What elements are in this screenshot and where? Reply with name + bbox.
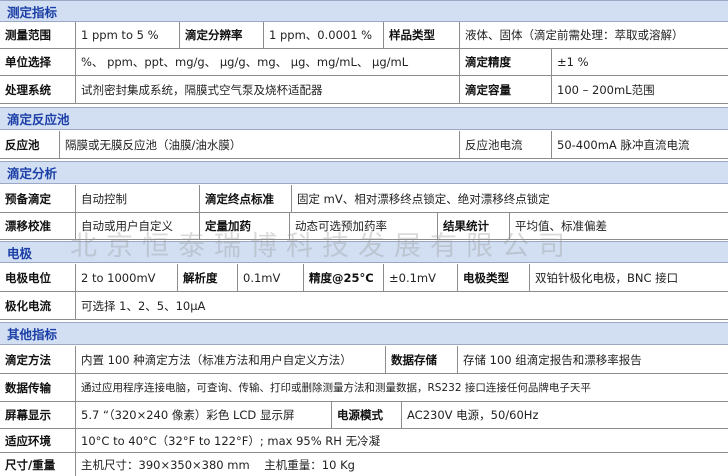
- section-title: 测定指标: [7, 4, 58, 20]
- table-row: 适应环境 10°C to 40°C（32°F to 122°F）; max 95…: [0, 429, 728, 453]
- table-row: 反应池 隔膜或无膜反应池（油膜/油水膜） 反应池电流 50-400mA 脉冲直流…: [0, 131, 728, 159]
- spec-label: 极化电流: [0, 292, 76, 319]
- section-header: 滴定反应池: [0, 107, 728, 130]
- spec-label: 单位选择: [0, 49, 76, 75]
- spec-value: 通过应用程序连接电脑，可查询、传输、打印或删除测量方法和测量数据，RS232 接…: [81, 382, 591, 394]
- spec-label: 测量范围: [0, 22, 76, 48]
- table-row: 滴定方法 内置 100 种滴定方法（标准方法和用户自定义方法） 数据存储 存储 …: [0, 346, 728, 374]
- table-row: 预备滴定 自动控制 滴定终点标准 固定 mV、相对漂移终点锁定、绝对漂移终点锁定: [0, 185, 728, 213]
- spec-sheet: 测定指标 测量范围 1 ppm to 5 % 滴定分辨率 1 ppm、0.000…: [0, 0, 728, 476]
- spec-value: 1 ppm to 5 %: [76, 22, 180, 48]
- section-header: 滴定分析: [0, 161, 728, 184]
- spec-label: 漂移校准: [0, 213, 76, 239]
- table-row: 数据传输 通过应用程序连接电脑，可查询、传输、打印或删除测量方法和测量数据，RS…: [0, 374, 728, 402]
- section-header: 电极: [0, 241, 728, 263]
- table-row: 尺寸/重量 主机尺寸：390×350×380 mm 主机重量：10 Kg: [0, 453, 728, 476]
- spec-value: 内置 100 种滴定方法（标准方法和用户自定义方法）: [76, 346, 386, 373]
- spec-label: 滴定容量: [460, 76, 552, 103]
- table-row: 屏幕显示 5.7 “（320×240 像素）彩色 LCD 显示屏 电源模式 AC…: [0, 402, 728, 429]
- spec-label: 样品类型: [384, 22, 460, 48]
- spec-value: ±1 %: [557, 55, 589, 69]
- spec-label: 滴定方法: [0, 346, 76, 373]
- spec-value: 可选择 1、2、5、10μA: [81, 298, 206, 313]
- spec-value: ±0.1mV: [384, 264, 458, 291]
- spec-label: 屏幕显示: [0, 402, 76, 428]
- spec-value: 双铂针极化电极，BNC 接口: [535, 270, 679, 285]
- spec-label: 滴定精度: [460, 49, 552, 75]
- section-title: 滴定分析: [7, 166, 58, 181]
- spec-label: 反应池: [0, 131, 60, 158]
- table-row: 测量范围 1 ppm to 5 % 滴定分辨率 1 ppm、0.0001 % 样…: [0, 22, 728, 49]
- section-header: 其他指标: [0, 322, 728, 345]
- spec-value: 5.7 “（320×240 像素）彩色 LCD 显示屏: [76, 402, 332, 428]
- spec-value: 平均值、标准偏差: [515, 219, 607, 233]
- spec-value: 动态可选预加药率: [290, 213, 438, 239]
- spec-value: 固定 mV、相对漂移终点锁定、绝对漂移终点锁定: [297, 191, 550, 206]
- spec-label: 滴定终点标准: [200, 185, 292, 212]
- spec-label: 结果统计: [438, 213, 510, 239]
- spec-label: 反应池电流: [460, 131, 552, 158]
- spec-value: 液体、固体（滴定前需处理：萃取或溶解）: [465, 28, 684, 42]
- spec-value: 隔膜或无膜反应池（油膜/油水膜）: [60, 131, 460, 158]
- table-row: 电极电位 2 to 1000mV 解析度 0.1mV 精度@25°C ±0.1m…: [0, 264, 728, 292]
- section-header: 测定指标: [0, 0, 728, 22]
- spec-label: 精度@25°C: [304, 264, 384, 291]
- spec-label: 定量加药: [200, 213, 290, 239]
- spec-value: 50-400mA 脉冲直流电流: [557, 137, 690, 152]
- spec-value: 2 to 1000mV: [76, 264, 178, 291]
- spec-value: 0.1mV: [238, 264, 304, 291]
- table-row: 漂移校准 自动或用户自定义 定量加药 动态可选预加药率 结果统计 平均值、标准偏…: [0, 213, 728, 240]
- spec-value: 试剂密封集成系统，隔膜式空气泵及烧杯适配器: [76, 76, 460, 103]
- spec-value: 1 ppm、0.0001 %: [264, 22, 384, 48]
- section-title: 其他指标: [7, 327, 58, 342]
- spec-label: 滴定分辨率: [180, 22, 264, 48]
- section-title: 滴定反应池: [7, 112, 70, 127]
- spec-label: 预备滴定: [0, 185, 76, 212]
- spec-label: 尺寸/重量: [0, 453, 76, 476]
- table-row: 极化电流 可选择 1、2、5、10μA: [0, 292, 728, 320]
- spec-label: 解析度: [178, 264, 238, 291]
- spec-value: 自动控制: [76, 185, 200, 212]
- spec-label: 电极电位: [0, 264, 76, 291]
- spec-value: 主机尺寸：390×350×380 mm 主机重量：10 Kg: [81, 457, 355, 472]
- spec-value: 100 – 200mL范围: [557, 82, 655, 97]
- spec-value: 存储 100 组滴定报告和漂移率报告: [463, 352, 642, 367]
- spec-label: 数据存储: [386, 346, 458, 373]
- section-title: 电极: [7, 245, 33, 261]
- spec-label: 处理系统: [0, 76, 76, 103]
- spec-value: %、 ppm、ppt、mg/g、 μg/g、mg、 μg、mg/mL、 μg/m…: [76, 49, 460, 75]
- spec-value: 10°C to 40°C（32°F to 122°F）; max 95% RH …: [81, 433, 381, 448]
- spec-label: 适应环境: [0, 429, 76, 452]
- table-row: 单位选择 %、 ppm、ppt、mg/g、 μg/g、mg、 μg、mg/mL、…: [0, 49, 728, 76]
- spec-label: 电极类型: [458, 264, 530, 291]
- spec-value: AC230V 电源，50/60Hz: [407, 408, 539, 422]
- spec-label: 电源模式: [332, 402, 402, 428]
- table-row: 处理系统 试剂密封集成系统，隔膜式空气泵及烧杯适配器 滴定容量 100 – 20…: [0, 76, 728, 104]
- spec-value: 自动或用户自定义: [76, 213, 200, 239]
- spec-label: 数据传输: [0, 374, 76, 401]
